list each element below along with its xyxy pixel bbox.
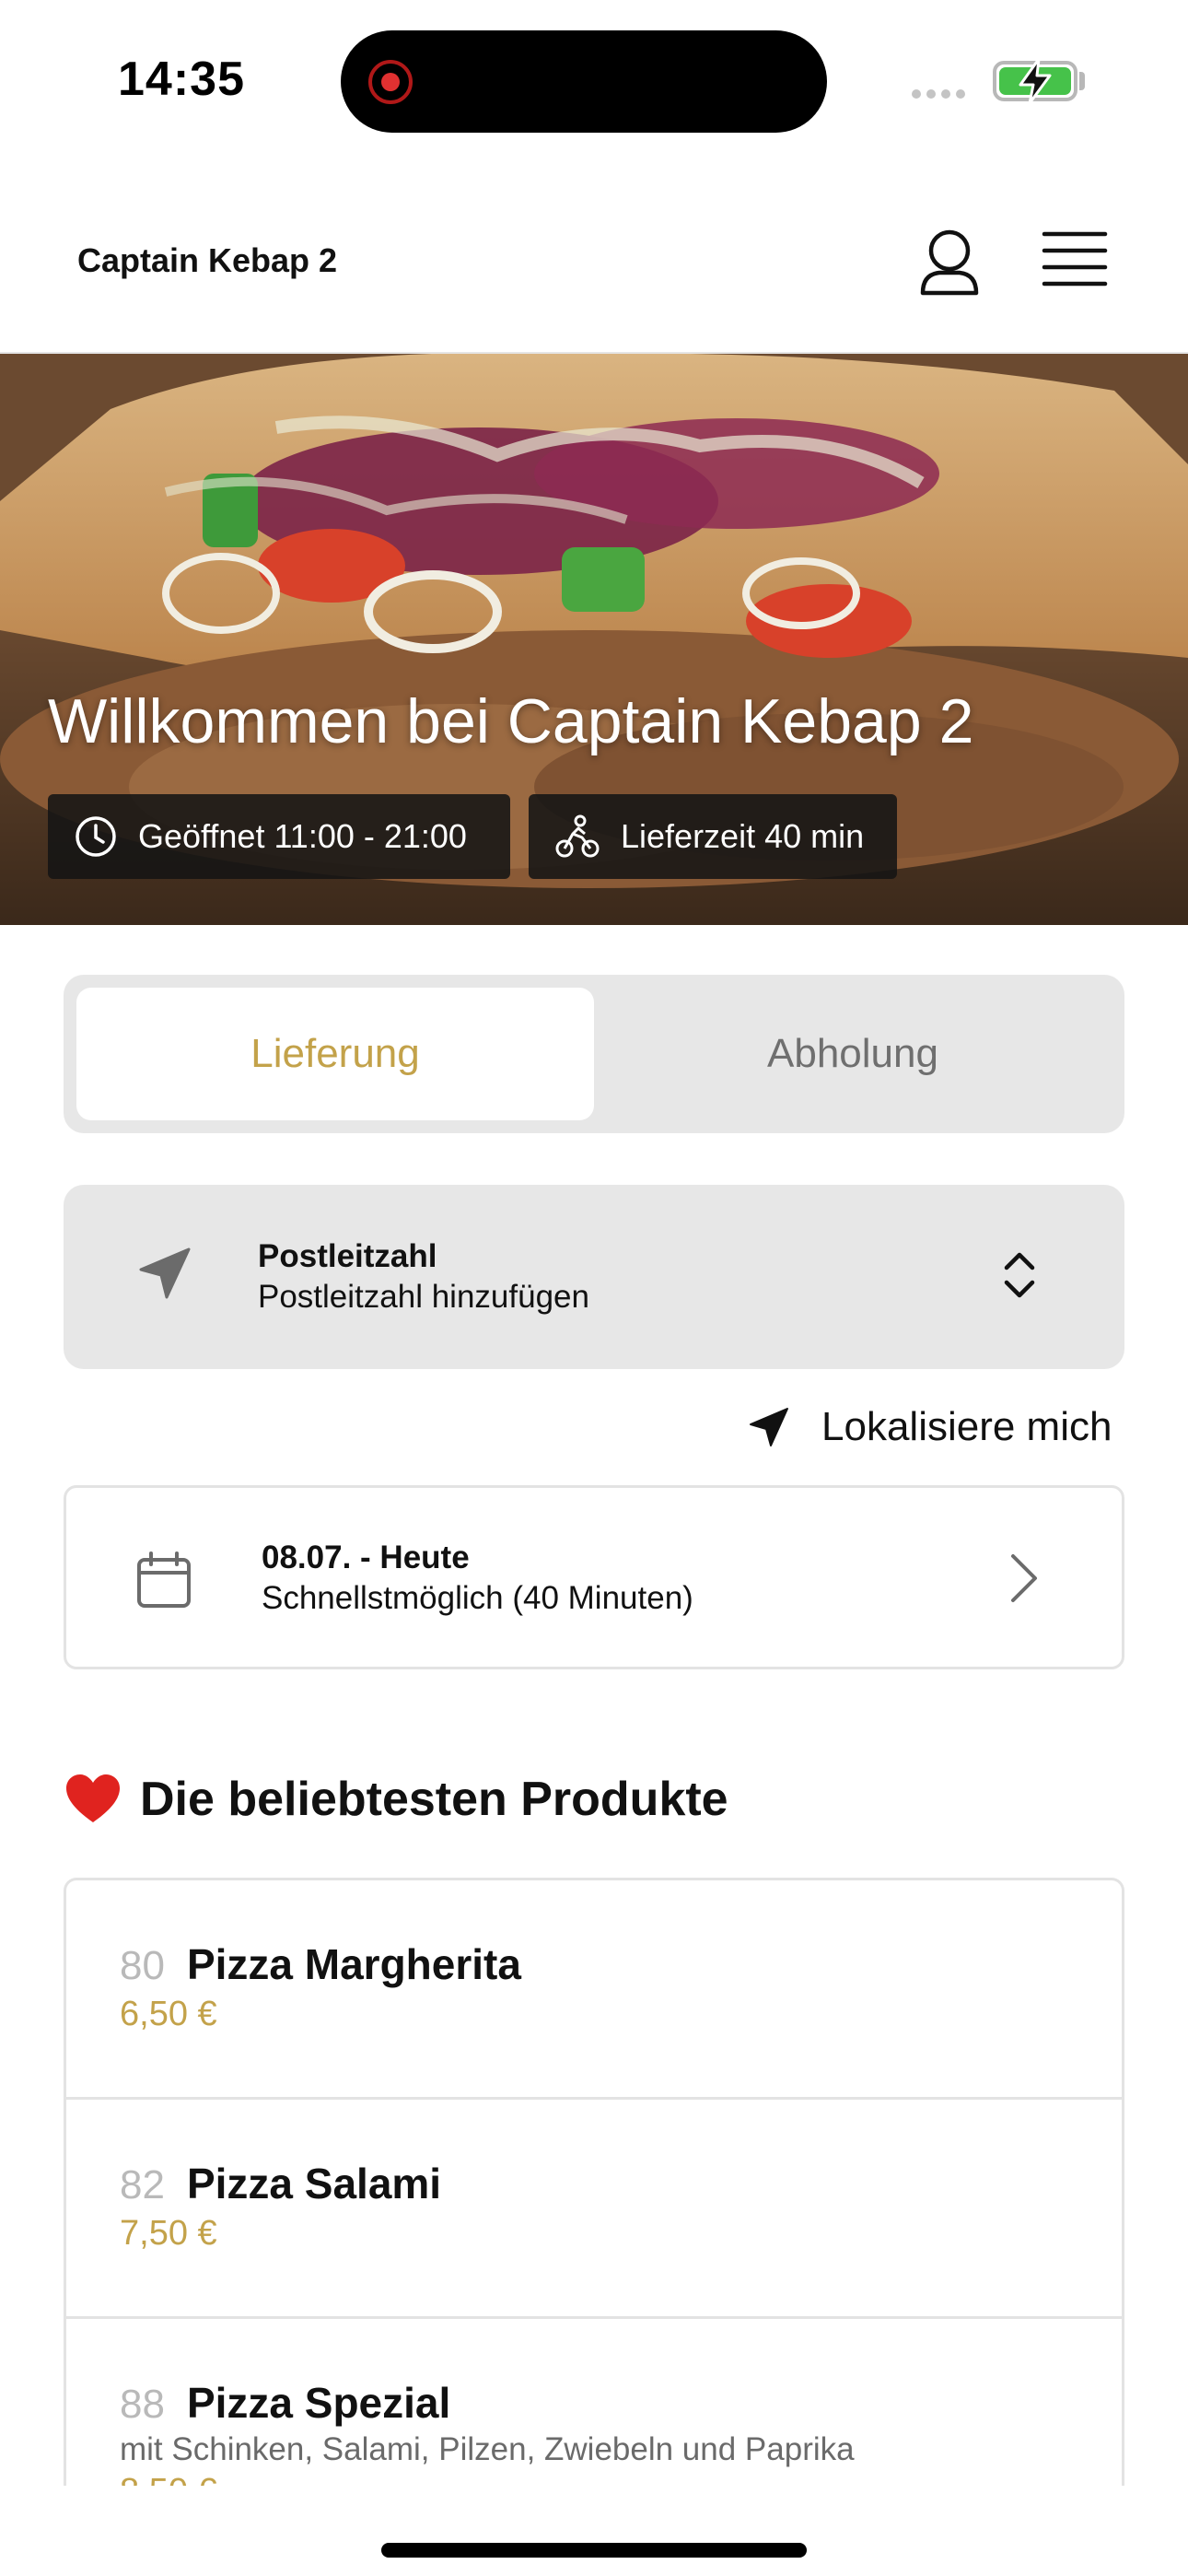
screen-recording-icon (368, 60, 413, 104)
user-icon (920, 229, 979, 296)
app-header: Captain Kebap 2 (0, 181, 1188, 354)
product-name: Pizza Margherita (186, 1940, 521, 1988)
dynamic-island (341, 30, 827, 133)
product-number: 80 (120, 1943, 165, 1988)
opening-hours-text: Geöffnet 11:00 - 21:00 (138, 817, 467, 855)
delivery-time-badge: Lieferzeit 40 min (529, 794, 897, 879)
locate-me-label: Lokalisiere mich (821, 1404, 1112, 1449)
home-indicator[interactable] (381, 2543, 807, 2558)
tab-pickup[interactable]: Abholung (594, 988, 1112, 1120)
calendar-icon (137, 1551, 191, 1608)
delivery-date-selector[interactable]: 08.07. - Heute Schnellstmöglich (40 Minu… (64, 1485, 1124, 1669)
opening-hours-badge: Geöffnet 11:00 - 21:00 (48, 794, 510, 879)
product-item[interactable]: 82 Pizza Salami 7,50 € (66, 2100, 1122, 2319)
order-mode-toggle: Lieferung Abholung (64, 975, 1124, 1133)
charging-bolt-icon (1019, 57, 1052, 105)
chevron-up-down-icon (1004, 1252, 1035, 1298)
delivery-time-value: Schnellstmöglich (40 Minuten) (262, 1580, 693, 1616)
hamburger-menu-icon (1042, 231, 1108, 287)
menu-button[interactable] (1041, 228, 1109, 293)
popular-products-heading: Die beliebtesten Produkte (64, 1767, 728, 1832)
zip-code-placeholder: Postleitzahl hinzufügen (258, 1279, 589, 1315)
status-bar: 14:35 (0, 0, 1188, 166)
location-arrow-icon (750, 1408, 788, 1446)
delivery-time-text: Lieferzeit 40 min (621, 817, 865, 855)
zip-code-selector[interactable]: Postleitzahl Postleitzahl hinzufügen (64, 1185, 1124, 1369)
locate-me-button[interactable]: Lokalisiere mich (748, 1399, 1112, 1456)
heart-icon (66, 1774, 120, 1822)
status-time: 14:35 (118, 53, 245, 106)
product-price: 6,50 € (120, 1995, 217, 2033)
clock-icon (76, 816, 116, 857)
welcome-heading: Willkommen bei Captain Kebap 2 (48, 686, 974, 756)
cellular-signal-icon (912, 87, 971, 99)
product-item[interactable]: 80 Pizza Margherita 6,50 € (66, 1880, 1122, 2100)
zip-code-label: Postleitzahl (258, 1238, 437, 1274)
popular-products-title: Die beliebtesten Produkte (140, 1773, 728, 1826)
product-price: 8,50 € (120, 2472, 217, 2486)
chevron-right-icon (1011, 1554, 1037, 1602)
product-name: Pizza Salami (186, 2160, 442, 2207)
tab-delivery[interactable]: Lieferung (76, 988, 594, 1120)
product-price: 7,50 € (120, 2214, 217, 2253)
bicycle-courier-icon (555, 814, 600, 858)
product-number: 82 (120, 2162, 165, 2207)
hero-banner: Willkommen bei Captain Kebap 2 Geöffnet … (0, 354, 1188, 925)
delivery-date-label: 08.07. - Heute (262, 1540, 470, 1575)
product-number: 88 (120, 2382, 165, 2427)
popular-products-list: 80 Pizza Margherita 6,50 € 82 Pizza Sala… (64, 1878, 1124, 2486)
product-item[interactable]: 88 Pizza Spezial mit Schinken, Salami, P… (66, 2319, 1122, 2486)
product-name: Pizza Spezial (186, 2379, 451, 2427)
restaurant-title: Captain Kebap 2 (77, 241, 338, 279)
product-description: mit Schinken, Salami, Pilzen, Zwiebeln u… (120, 2431, 855, 2467)
account-button[interactable] (917, 227, 982, 300)
location-arrow-icon (139, 1247, 191, 1299)
